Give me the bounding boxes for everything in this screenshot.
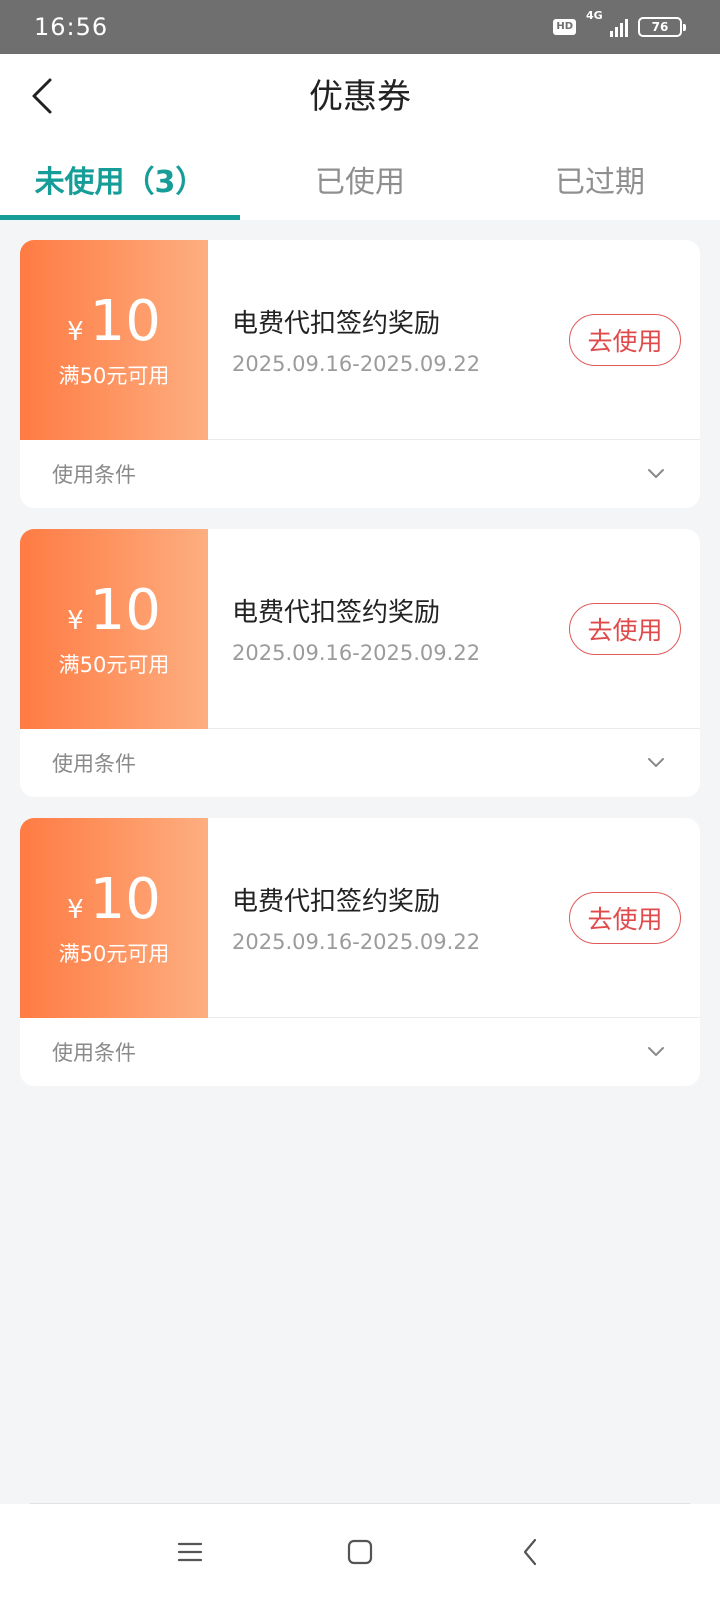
coupon-card: ¥ 10 满50元可用 电费代扣签约奖励 2025.09.16-2025.09.… — [20, 818, 700, 1086]
tab-bar: 未使用（3） 已使用 已过期 — [0, 140, 720, 220]
signal-icon: 4G — [586, 9, 628, 37]
amount-line: ¥ 10 — [67, 868, 161, 932]
coupon-main: ¥ 10 满50元可用 电费代扣签约奖励 2025.09.16-2025.09.… — [20, 240, 700, 440]
coupon-amount: 10 — [89, 578, 161, 643]
use-coupon-button[interactable]: 去使用 — [569, 891, 681, 944]
coupon-action: 去使用 — [550, 818, 700, 1017]
usage-conditions-toggle[interactable]: 使用条件 — [20, 440, 700, 507]
coupon-amount-panel: ¥ 10 满50元可用 — [20, 529, 208, 729]
usage-conditions-toggle[interactable]: 使用条件 — [20, 1018, 700, 1085]
system-nav-bar — [0, 1504, 720, 1600]
coupon-info: 电费代扣签约奖励 2025.09.16-2025.09.22 — [208, 529, 550, 728]
status-bar: 16:56 HD 4G 76 — [0, 0, 720, 54]
tab-unused[interactable]: 未使用（3） — [0, 140, 240, 220]
chevron-down-icon — [644, 751, 668, 775]
nav-menu-button[interactable] — [170, 1532, 210, 1572]
coupon-amount: 10 — [89, 867, 161, 932]
nav-home-button[interactable] — [340, 1532, 380, 1572]
usage-conditions-label: 使用条件 — [52, 1040, 136, 1065]
coupon-name: 电费代扣签约奖励 — [232, 887, 441, 917]
coupon-card: ¥ 10 满50元可用 电费代扣签约奖励 2025.09.16-2025.09.… — [20, 529, 700, 797]
chevron-down-icon — [644, 462, 668, 486]
coupon-threshold: 满50元可用 — [58, 942, 170, 966]
use-coupon-button[interactable]: 去使用 — [569, 313, 681, 366]
network-type: 4G — [586, 9, 603, 22]
page-title: 优惠券 — [309, 77, 411, 117]
status-time: 16:56 — [34, 13, 109, 41]
coupon-info: 电费代扣签约奖励 2025.09.16-2025.09.22 — [208, 818, 550, 1017]
usage-conditions-toggle[interactable]: 使用条件 — [20, 729, 700, 796]
coupon-main: ¥ 10 满50元可用 电费代扣签约奖励 2025.09.16-2025.09.… — [20, 818, 700, 1018]
coupon-amount-panel: ¥ 10 满50元可用 — [20, 818, 208, 1018]
amount-line: ¥ 10 — [67, 579, 161, 643]
coupon-date-range: 2025.09.16-2025.09.22 — [232, 352, 481, 376]
coupon-date-range: 2025.09.16-2025.09.22 — [232, 930, 481, 954]
hd-icon: HD — [553, 19, 576, 35]
coupon-amount: 10 — [89, 289, 161, 354]
amount-line: ¥ 10 — [67, 290, 161, 354]
tab-used[interactable]: 已使用 — [240, 140, 480, 220]
currency-symbol: ¥ — [67, 606, 84, 636]
coupon-name: 电费代扣签约奖励 — [232, 598, 441, 628]
coupon-amount-panel: ¥ 10 满50元可用 — [20, 240, 208, 440]
coupon-threshold: 满50元可用 — [58, 364, 170, 388]
menu-icon — [177, 1542, 203, 1562]
coupon-main: ¥ 10 满50元可用 电费代扣签约奖励 2025.09.16-2025.09.… — [20, 529, 700, 729]
coupon-info: 电费代扣签约奖励 2025.09.16-2025.09.22 — [208, 240, 550, 439]
tab-expired[interactable]: 已过期 — [480, 140, 720, 220]
nav-back-button[interactable] — [510, 1532, 550, 1572]
coupon-date-range: 2025.09.16-2025.09.22 — [232, 641, 481, 665]
coupon-name: 电费代扣签约奖励 — [232, 309, 441, 339]
usage-conditions-label: 使用条件 — [52, 462, 136, 487]
currency-symbol: ¥ — [67, 895, 84, 925]
back-icon — [523, 1538, 537, 1566]
battery-icon: 76 — [638, 17, 686, 37]
coupon-threshold: 满50元可用 — [58, 653, 170, 677]
coupon-card: ¥ 10 满50元可用 电费代扣签约奖励 2025.09.16-2025.09.… — [20, 240, 700, 508]
battery-level: 76 — [651, 20, 669, 34]
page-header: 优惠券 — [0, 54, 720, 140]
home-square-icon — [347, 1539, 373, 1565]
usage-conditions-label: 使用条件 — [52, 751, 136, 776]
chevron-down-icon — [644, 1040, 668, 1064]
use-coupon-button[interactable]: 去使用 — [569, 602, 681, 655]
coupon-action: 去使用 — [550, 240, 700, 439]
currency-symbol: ¥ — [67, 317, 84, 347]
coupon-action: 去使用 — [550, 529, 700, 728]
coupon-list: ¥ 10 满50元可用 电费代扣签约奖励 2025.09.16-2025.09.… — [20, 240, 700, 1107]
status-icons: HD 4G 76 — [553, 9, 686, 37]
